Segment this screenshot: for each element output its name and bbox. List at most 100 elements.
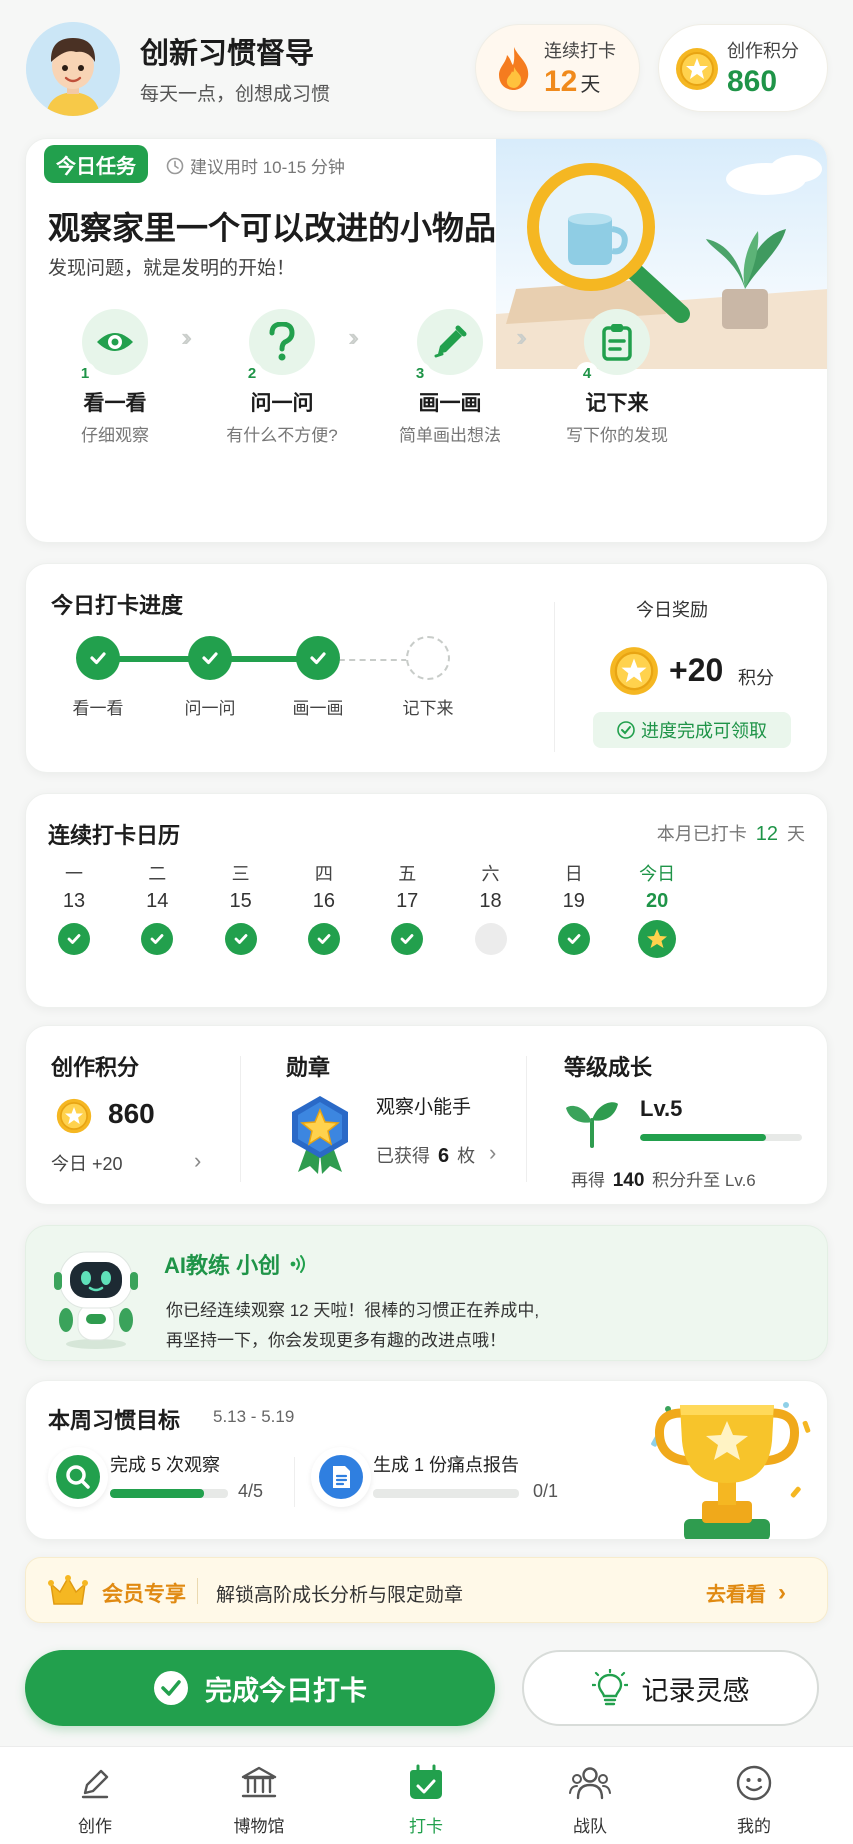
record-inspiration-label: 记录灵感 <box>641 1675 750 1706</box>
calendar-date: 16 <box>312 890 336 912</box>
coach-line-2: 再坚持一下，你会发现更多有趣的改进点哦！ <box>166 1331 506 1350</box>
divider <box>197 1578 198 1604</box>
nav-item-3[interactable]: 战队 <box>530 1760 650 1837</box>
reward-unit: 积分 <box>738 668 774 688</box>
avatar[interactable] <box>26 22 120 116</box>
checkin-progress-card: 今日打卡进度 看一看 问一问 画一画 记下来 今日奖励 +20 积分 进度完成可领取 <box>25 563 828 773</box>
divider <box>554 602 555 752</box>
nav-item-1[interactable]: 博物馆 <box>199 1760 319 1837</box>
level-progress-fill <box>640 1134 767 1141</box>
step-number: 2 <box>241 362 263 384</box>
complete-checkin-label: 完成今日打卡 <box>205 1675 367 1706</box>
calendar-date: 19 <box>562 890 585 912</box>
level-hint-prefix: 再得 <box>571 1171 605 1190</box>
calendar-date: 15 <box>229 890 252 912</box>
record-inspiration-button[interactable]: 记录灵感 <box>522 1650 819 1726</box>
sound-wave-icon[interactable] <box>290 1254 308 1274</box>
step-done-check-icon <box>296 636 340 680</box>
reward-title: 今日奖励 <box>636 600 708 620</box>
smile-icon <box>694 1760 814 1806</box>
divider <box>526 1056 527 1182</box>
step-pending-circle <box>406 636 450 680</box>
month-unit: 天 <box>787 824 805 844</box>
month-prefix: 本月已打卡 <box>656 824 747 844</box>
nav-item-0[interactable]: 创作 <box>35 1760 155 1837</box>
step-title: 看一看 <box>83 392 147 415</box>
weekly-range: 5.13 - 5.19 <box>213 1407 295 1426</box>
medal-count-prefix: 已获得 <box>376 1146 430 1166</box>
calendar-weekday: 今日 <box>639 864 676 884</box>
day-missed-dot[interactable] <box>474 923 507 955</box>
nav-label: 打卡 <box>409 1817 443 1836</box>
coach-name: AI教练 小创 <box>164 1253 281 1278</box>
double-chevron-icon: ›› <box>348 322 360 352</box>
robot-icon <box>44 1240 148 1357</box>
points-pill[interactable]: 创作积分 860 <box>658 24 828 112</box>
check-icon <box>617 721 635 739</box>
day-check-icon[interactable] <box>141 923 174 955</box>
progress-step-label: 画一画 <box>292 699 344 718</box>
level-hint-num: 140 <box>612 1170 645 1191</box>
step-desc: 仔细观察 <box>81 426 149 445</box>
day-check-icon[interactable] <box>224 923 257 955</box>
sprout-icon <box>564 1096 620 1153</box>
stats-points-value: 860 <box>108 1098 155 1129</box>
stats-card: 创作积分 860 今日 +20 › 勋章 观察小能手 已获得 6 枚 › 等级成… <box>25 1025 828 1205</box>
streak-pill[interactable]: 连续打卡 12 天 <box>475 24 640 112</box>
reward-hint[interactable]: 进度完成可领取 <box>593 712 791 748</box>
day-check-icon[interactable] <box>307 923 340 955</box>
medal-icon <box>284 1092 356 1181</box>
eye-icon <box>95 328 135 356</box>
chevron-right-icon[interactable]: › <box>489 1140 496 1166</box>
streak-calendar-card: 连续打卡日历 本月已打卡 12 天 一 13 二 14 三 15 四 16 五 17 六 18 日 19 今… <box>25 793 828 1008</box>
pencil-icon <box>432 324 468 360</box>
nav-item-4[interactable]: 我的 <box>694 1760 814 1837</box>
fire-icon <box>496 45 532 96</box>
calendar-weekday: 四 <box>314 864 333 884</box>
pencil-icon <box>35 1760 155 1806</box>
goal-progress-text: 4/5 <box>238 1481 264 1501</box>
calendar-weekday: 一 <box>65 864 83 884</box>
team-icon <box>530 1760 650 1806</box>
step-desc: 简单画出想法 <box>399 426 501 445</box>
calendar-date: 17 <box>396 890 419 912</box>
search-icon <box>48 1447 108 1507</box>
step-title: 记下来 <box>585 392 649 415</box>
stats-level-title: 等级成长 <box>564 1055 653 1080</box>
goal-label: 完成 5 次观察 <box>110 1455 221 1475</box>
medal-count-unit: 枚 <box>457 1146 476 1166</box>
crown-icon <box>48 1574 88 1613</box>
double-chevron-icon: ›› <box>181 322 193 352</box>
app-subtitle: 每天一点，创想成习惯 <box>140 84 331 105</box>
double-chevron-icon: ›› <box>516 322 528 352</box>
coin-icon <box>675 47 719 96</box>
day-check-icon[interactable] <box>58 923 90 955</box>
step-number: 4 <box>576 362 598 384</box>
document-icon <box>311 1447 371 1507</box>
goal-progress-bar <box>373 1489 519 1498</box>
progress-step-label: 看一看 <box>72 699 124 718</box>
calendar-date: 20 <box>645 890 669 912</box>
reward-hint-text: 进度完成可领取 <box>641 721 767 741</box>
complete-checkin-button[interactable]: 完成今日打卡 <box>25 1650 495 1726</box>
vip-banner[interactable]: 会员专享 解锁高阶成长分析与限定勋章 去看看 › <box>25 1557 828 1623</box>
streak-value-wrap: 12 天 <box>544 65 600 99</box>
day-check-icon[interactable] <box>391 923 424 955</box>
coach-name-row: AI教练 小创 <box>164 1248 308 1280</box>
stats-points-title: 创作积分 <box>51 1055 140 1080</box>
step-title: 画一画 <box>418 392 482 415</box>
level-hint-suffix: 积分升至 Lv.6 <box>652 1171 756 1190</box>
streak-label: 连续打卡 <box>544 41 616 61</box>
nav-item-2[interactable]: 打卡 <box>366 1760 486 1837</box>
vip-action[interactable]: 去看看 › <box>706 1578 786 1607</box>
today-task-card[interactable]: 今日任务 建议用时 10-15 分钟 观察家里一个可以改进的小物品 发现问题，就… <box>25 138 828 543</box>
calendar-check-icon <box>366 1760 486 1806</box>
day-check-icon[interactable] <box>557 923 590 955</box>
calendar-month-summary: 本月已打卡 12 天 <box>657 820 805 846</box>
time-hint: 建议用时 10-15 分钟 <box>166 153 345 178</box>
today-star-icon[interactable] <box>638 920 677 958</box>
clock-icon <box>166 157 184 175</box>
step-number: 1 <box>74 362 96 384</box>
ai-coach-card[interactable]: AI教练 小创 你已经连续观察 12 天啦！很棒的习惯正在养成中, 再坚持一下，… <box>25 1225 828 1361</box>
chevron-right-icon[interactable]: › <box>194 1148 201 1174</box>
